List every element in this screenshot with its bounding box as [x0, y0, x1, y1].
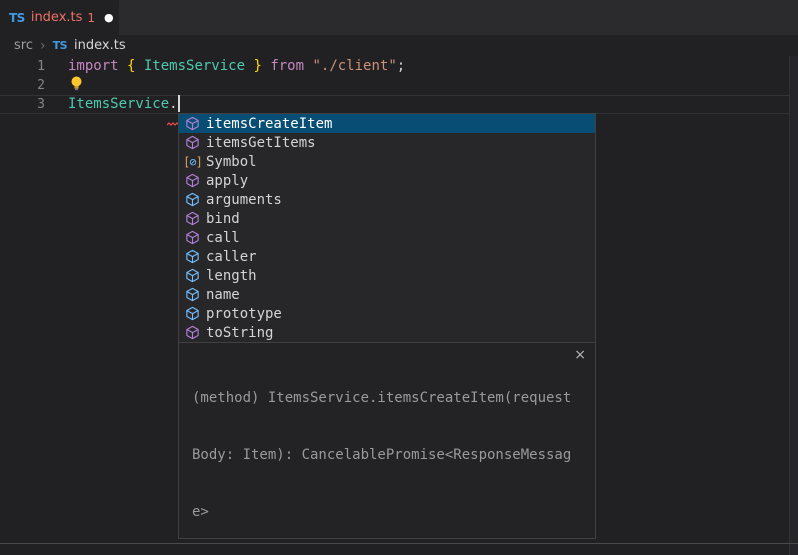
suggestion-label: apply [206, 173, 248, 189]
suggestion-item-caller[interactable]: caller [179, 247, 595, 266]
line-number: 3 [0, 95, 45, 114]
suggestion-item-itemsGetItems[interactable]: itemsGetItems [179, 133, 595, 152]
code-editor[interactable]: 1import { ItemsService } from "./client"… [0, 57, 798, 114]
signature-line: Body: Item): CancelablePromise<ResponseM… [192, 446, 582, 465]
code-token: from [262, 58, 313, 74]
signature-line: (method) ItemsService.itemsCreateItem(re… [192, 389, 582, 408]
suggestion-label: Symbol [206, 154, 257, 170]
symbol-field-icon [184, 306, 201, 322]
suggestion-label: call [206, 230, 240, 246]
tab-index-ts[interactable]: TS index.ts 1 ● [0, 0, 119, 35]
suggestion-item-itemsCreateItem[interactable]: itemsCreateItem [179, 114, 595, 133]
suggestion-label: caller [206, 249, 257, 265]
chevron-right-icon: › [40, 39, 46, 53]
suggestion-list: itemsCreateItem itemsGetItems [⊘] Symbol app… [179, 114, 595, 342]
suggestion-item-prototype[interactable]: prototype [179, 304, 595, 323]
suggestion-label: itemsGetItems [206, 135, 316, 151]
suggestion-label: itemsCreateItem [206, 116, 332, 132]
code-token: "./client" [312, 58, 396, 74]
symbol-field-icon [184, 192, 201, 208]
typescript-file-icon: TS [9, 11, 25, 25]
suggestion-item-apply[interactable]: apply [179, 171, 595, 190]
symbol-method-icon [184, 211, 201, 227]
suggestion-item-call[interactable]: call [179, 228, 595, 247]
close-icon[interactable]: × [574, 348, 586, 362]
symbol-field-icon [184, 287, 201, 303]
line-number: 1 [0, 57, 45, 76]
suggestion-item-name[interactable]: name [179, 285, 595, 304]
signature-line: e> [192, 503, 582, 522]
symbol-method-icon [184, 173, 201, 189]
suggestion-item-length[interactable]: length [179, 266, 595, 285]
lightbulb-icon[interactable] [69, 75, 84, 99]
text-cursor [178, 95, 180, 112]
symbol-variable-icon: [⊘] [184, 154, 201, 170]
code-content[interactable] [45, 76, 798, 95]
code-token: { [127, 58, 144, 74]
symbol-method-icon [184, 325, 201, 341]
tab-bar: TS index.ts 1 ● [0, 0, 798, 35]
method-signature: (method) ItemsService.itemsCreateItem(re… [192, 351, 582, 538]
symbol-method-icon [184, 230, 201, 246]
symbol-method-icon [184, 135, 201, 151]
code-token: ItemsService [144, 58, 245, 74]
code-token: ; [397, 58, 405, 74]
suggestion-label: name [206, 287, 240, 303]
suggestion-label: arguments [206, 192, 282, 208]
suggestion-label: length [206, 268, 257, 284]
suggestion-item-toString[interactable]: toString [179, 323, 595, 342]
tab-filename: index.ts [31, 10, 83, 25]
suggestion-item-bind[interactable]: bind [179, 209, 595, 228]
code-line-3[interactable]: 3ItemsService. [0, 95, 798, 114]
code-line-2[interactable]: 2 [0, 76, 798, 95]
symbol-field-icon [184, 249, 201, 265]
breadcrumb-item-src[interactable]: src [14, 38, 33, 53]
suggestion-label: toString [206, 325, 273, 341]
code-line-1[interactable]: 1import { ItemsService } from "./client"… [0, 57, 798, 76]
suggestion-item-Symbol[interactable]: [⊘] Symbol [179, 152, 595, 171]
code-token: import [68, 58, 127, 74]
panel-divider [0, 543, 798, 544]
symbol-field-icon [184, 268, 201, 284]
code-content[interactable]: import { ItemsService } from "./client"; [45, 57, 798, 76]
code-content[interactable]: ItemsService. [45, 95, 798, 114]
typescript-file-icon: TS [53, 39, 67, 52]
breadcrumb: src › TS index.ts [0, 35, 798, 56]
tab-error-count-badge: 1 [87, 11, 95, 25]
suggestion-label: prototype [206, 306, 282, 322]
suggestion-label: bind [206, 211, 240, 227]
suggestion-docs-panel: × (method) ItemsService.itemsCreateItem(… [179, 342, 595, 538]
code-token: } [245, 58, 262, 74]
code-token: . [169, 96, 177, 112]
breadcrumb-item-file[interactable]: index.ts [74, 38, 126, 53]
suggest-widget: itemsCreateItem itemsGetItems [⊘] Symbol app… [178, 113, 596, 539]
symbol-method-icon [184, 116, 201, 132]
suggestion-item-arguments[interactable]: arguments [179, 190, 595, 209]
dirty-dot-icon[interactable]: ● [104, 11, 114, 24]
line-number: 2 [0, 76, 45, 95]
editor-scrollbar-gutter[interactable] [789, 56, 798, 555]
